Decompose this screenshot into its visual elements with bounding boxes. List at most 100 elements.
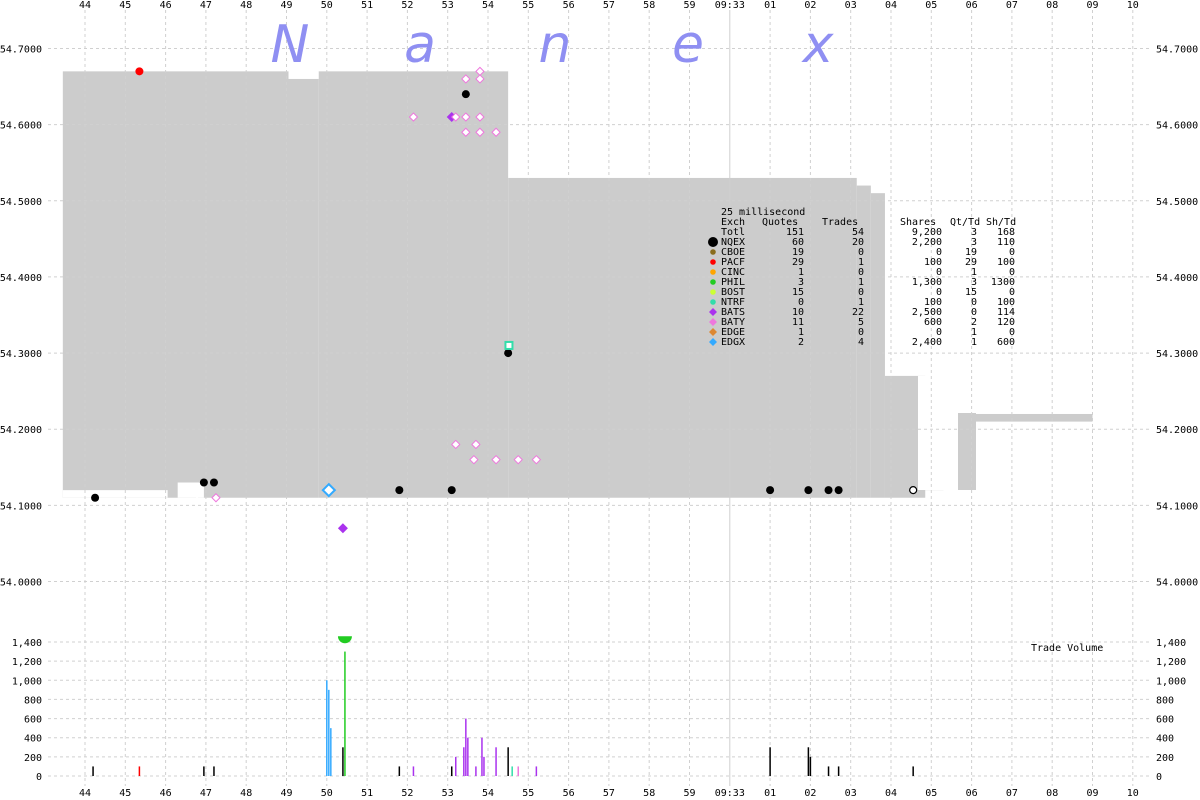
volume-bar (330, 728, 332, 776)
trade-point (504, 349, 513, 358)
trade-point (395, 486, 404, 495)
nbbo-gap (62, 490, 168, 498)
volume-bar (809, 756, 812, 776)
x-tick-label-top: 05 (925, 0, 937, 11)
volume-bar (807, 747, 810, 776)
x-tick-label-bottom: 08 (1046, 788, 1058, 799)
volume-bar (769, 747, 771, 776)
nanex-watermark-a: a (404, 15, 436, 75)
volume-y-tick-left: 0 (36, 772, 42, 783)
volume-bar (535, 766, 538, 776)
y-tick-label-left: 54.3000 (0, 349, 42, 360)
trade-point (91, 493, 100, 502)
x-tick-label-top: 08 (1046, 0, 1058, 11)
volume-bar (511, 766, 513, 776)
x-tick-label-top: 01 (764, 0, 776, 11)
trade-volume-label: Trade Volume (1031, 643, 1103, 654)
x-tick-label-bottom: 52 (401, 788, 413, 799)
volume-bar (507, 747, 509, 776)
legend-swatch (710, 259, 716, 265)
x-tick-label-top: 04 (885, 0, 897, 11)
x-tick-label-top: 53 (442, 0, 454, 11)
y-tick-label-left: 54.6000 (0, 121, 42, 132)
x-tick-label-top: 54 (482, 0, 494, 11)
x-tick-label-top: 03 (845, 0, 857, 11)
legend-swatch (710, 269, 716, 275)
volume-bar (203, 766, 205, 776)
x-tick-label-top: 44 (79, 0, 91, 11)
volume-bar (827, 766, 830, 776)
x-tick-label-bottom: 04 (885, 788, 897, 799)
volume-bar (481, 737, 483, 776)
x-tick-label-bottom: 44 (79, 788, 91, 799)
x-tick-label-top: 06 (966, 0, 978, 11)
trade-point (824, 486, 833, 495)
x-tick-label-bottom: 47 (200, 788, 212, 799)
volume-bar (328, 689, 330, 776)
trade-point (504, 340, 514, 350)
x-tick-label-bottom: 05 (925, 788, 937, 799)
volume-bar (450, 766, 453, 776)
volume-bar (465, 718, 467, 776)
y-tick-label-left: 54.0000 (0, 578, 42, 589)
x-tick-label-bottom: 01 (764, 788, 776, 799)
volume-y-tick-left: 1,200 (12, 657, 42, 668)
y-tick-label-left: 54.7000 (0, 45, 42, 56)
x-tick-label-top: 49 (280, 0, 292, 11)
x-tick-label-top: 59 (683, 0, 695, 11)
x-tick-label-top: 55 (522, 0, 534, 11)
y-tick-label-right: 54.1000 (1156, 501, 1198, 512)
volume-bar (495, 747, 497, 776)
volume-bar (344, 651, 346, 776)
volume-y-tick-left: 1,000 (12, 676, 42, 687)
y-tick-label-left: 54.5000 (0, 197, 42, 208)
x-tick-label-top: 58 (643, 0, 655, 11)
y-tick-label-right: 54.3000 (1156, 349, 1198, 360)
x-tick-label-bottom: 49 (280, 788, 292, 799)
x-tick-label-top: 07 (1006, 0, 1018, 11)
x-tick-label-bottom: 48 (240, 788, 252, 799)
volume-y-tick-right: 0 (1156, 772, 1162, 783)
nbbo-gap (177, 482, 204, 498)
x-tick-label-bottom: 03 (845, 788, 857, 799)
x-tick-label-top: 51 (361, 0, 373, 11)
trade-point (337, 523, 348, 534)
x-tick-label-top: 02 (804, 0, 816, 11)
volume-y-tick-left: 800 (24, 695, 42, 706)
volume-bar (912, 766, 914, 776)
stats-table-cell: EDGX (721, 337, 745, 348)
legend-swatch (710, 299, 716, 305)
volume-y-tick-right: 1,400 (1156, 638, 1186, 649)
y-tick-label-right: 54.7000 (1156, 45, 1198, 56)
volume-bar (475, 766, 477, 776)
y-tick-label-right: 54.0000 (1156, 578, 1198, 589)
x-tick-label-bottom: 55 (522, 788, 534, 799)
trade-point (447, 486, 456, 495)
volume-bar (483, 756, 485, 776)
nbbo-gap (196, 484, 198, 498)
x-tick-label-bottom: 06 (966, 788, 978, 799)
x-tick-label-top: 56 (563, 0, 575, 11)
x-tick-label-bottom: 58 (643, 788, 655, 799)
volume-bar (213, 766, 215, 776)
x-tick-label-top: 52 (401, 0, 413, 11)
volume-bar (138, 766, 141, 776)
volume-bar (342, 747, 344, 776)
nbbo-gap (918, 376, 958, 490)
stats-table-cell: 2 (798, 337, 804, 348)
x-tick-label-top: 45 (119, 0, 131, 11)
nbbo-segment (288, 78, 319, 498)
x-tick-label-top: 57 (603, 0, 615, 11)
x-tick-label-top: 46 (160, 0, 172, 11)
y-tick-label-left: 54.2000 (0, 425, 42, 436)
x-tick-label-bottom: 57 (603, 788, 615, 799)
quote-point (909, 486, 918, 495)
x-tick-label-bottom: 10 (1127, 788, 1139, 799)
volume-bar (837, 766, 840, 776)
y-tick-label-right: 54.5000 (1156, 197, 1198, 208)
y-tick-label-right: 54.6000 (1156, 121, 1198, 132)
volume-y-tick-right: 400 (1156, 734, 1174, 745)
volume-y-tick-right: 1,000 (1156, 676, 1186, 687)
legend-swatch (710, 249, 716, 255)
volume-bar (326, 680, 328, 776)
